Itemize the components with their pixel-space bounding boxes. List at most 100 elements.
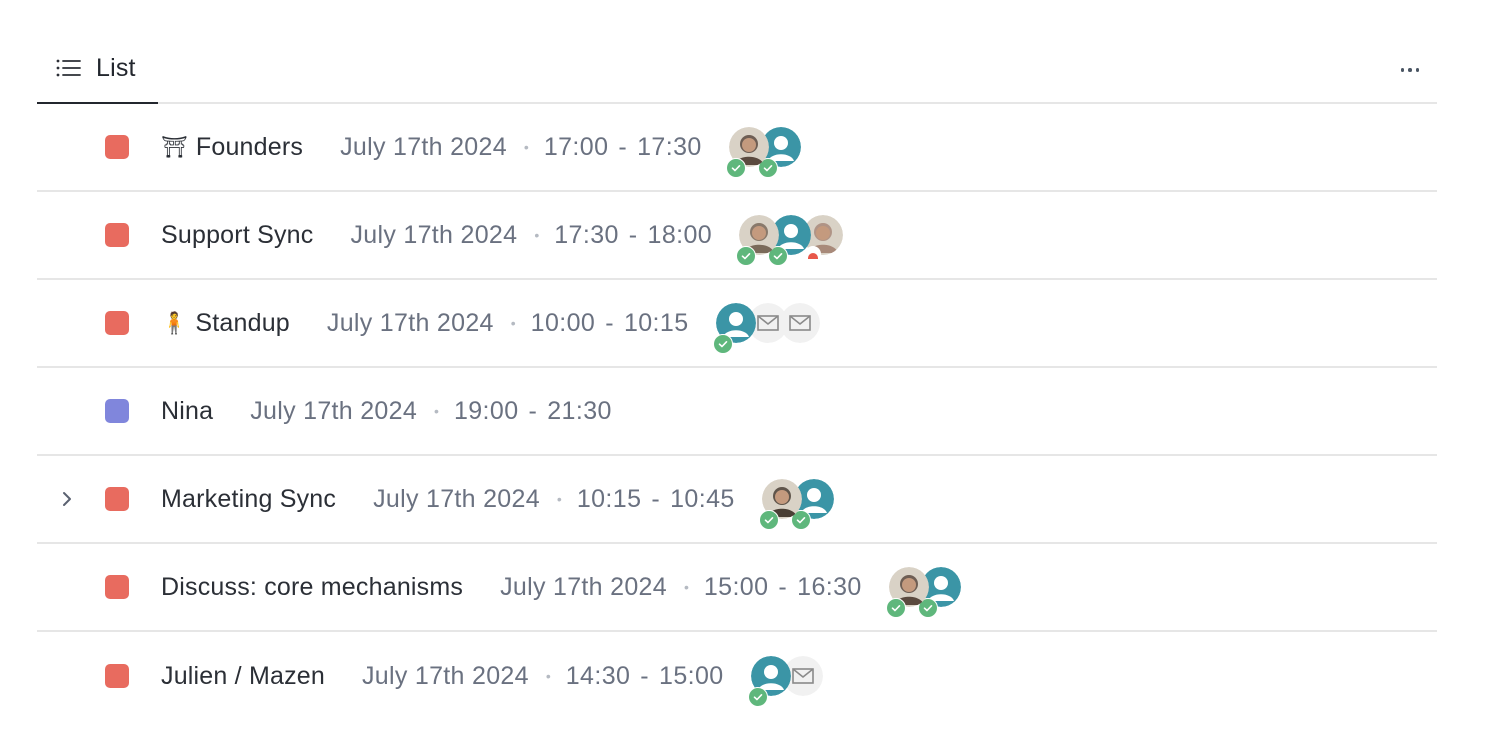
- attendee-list: [758, 479, 834, 530]
- time-dash: -: [618, 132, 628, 161]
- event-end-time: 17:30: [637, 132, 702, 161]
- event-color-indicator: [105, 664, 129, 688]
- attendee-avatar[interactable]: [885, 567, 929, 618]
- event-time-range: 14:30-15:00: [566, 662, 724, 691]
- event-row-content: Support Sync July 17th 2024 • 17:30-18:00: [161, 192, 844, 278]
- accepted-check-icon: [747, 687, 768, 707]
- attendee-avatar[interactable]: [712, 303, 756, 354]
- separator-dot: •: [434, 403, 439, 419]
- event-color-indicator: [105, 575, 129, 599]
- tab-list[interactable]: List: [37, 34, 158, 104]
- event-color-indicator: [105, 223, 129, 247]
- event-title-text: Marketing Sync: [161, 484, 337, 513]
- event-title: Discuss: core mechanisms: [161, 573, 463, 602]
- event-title-text: Founders: [195, 132, 304, 161]
- event-title: Support Sync: [161, 221, 314, 250]
- time-dash: -: [628, 220, 638, 249]
- event-color-indicator: [105, 399, 129, 423]
- event-time-range: 10:15-10:45: [577, 485, 735, 514]
- event-time-range: 15:00-16:30: [704, 573, 862, 602]
- accepted-check-icon: [885, 598, 906, 618]
- event-row-content: Marketing Sync July 17th 2024 • 10:15-10:45: [161, 456, 834, 542]
- declined-status-icon: [805, 246, 822, 262]
- event-start-time: 17:30: [554, 220, 619, 249]
- separator-dot: •: [556, 491, 562, 507]
- attendee-list: [736, 215, 844, 266]
- event-list: ⛩ Founders July 17th 2024 • 17:00-17:30 Suppo…: [37, 104, 1437, 720]
- list-icon: [56, 59, 81, 77]
- attendee-list: [712, 303, 820, 354]
- event-end-time: 10:15: [623, 308, 689, 337]
- separator-dot: •: [510, 315, 516, 331]
- event-color-indicator: [105, 311, 129, 335]
- event-time-range: 17:30-18:00: [554, 221, 712, 250]
- event-emoji-icon: 🧍: [161, 311, 188, 335]
- event-start-time: 14:30: [565, 661, 631, 690]
- attendee-avatar[interactable]: [736, 215, 780, 266]
- time-dash: -: [640, 661, 650, 690]
- event-title: 🧍 Standup: [161, 309, 290, 338]
- event-time-range: 19:00-21:30: [454, 397, 612, 426]
- event-emoji-icon: ⛩: [161, 135, 188, 159]
- event-start-time: 10:00: [530, 308, 596, 337]
- event-end-time: 10:45: [670, 484, 735, 513]
- separator-dot: •: [523, 139, 529, 155]
- event-row[interactable]: Support Sync July 17th 2024 • 17:30-18:00: [37, 192, 1437, 280]
- attendee-avatar[interactable]: [747, 656, 791, 707]
- accepted-check-icon: [725, 158, 746, 178]
- event-title-text: Nina: [161, 396, 214, 425]
- event-row[interactable]: Discuss: core mechanisms July 17th 2024 • 1…: [37, 544, 1437, 632]
- attendee-list: [725, 127, 801, 178]
- time-dash: -: [528, 396, 538, 425]
- event-date: July 17th 2024: [250, 396, 418, 425]
- time-dash: -: [778, 572, 788, 601]
- event-end-time: 16:30: [797, 572, 862, 601]
- event-row[interactable]: Nina July 17th 2024 • 19:00-21:30: [37, 368, 1437, 456]
- event-row-content: Discuss: core mechanisms July 17th 2024 • 1…: [161, 544, 961, 630]
- event-title: Nina: [161, 397, 213, 426]
- event-start-time: 17:00: [543, 132, 609, 161]
- more-dot: [1415, 68, 1420, 72]
- event-start-time: 15:00: [703, 572, 769, 601]
- accepted-check-icon: [758, 510, 779, 530]
- event-start-time: 19:00: [453, 396, 519, 425]
- event-color-indicator: [105, 135, 129, 159]
- event-row-content: ⛩ Founders July 17th 2024 • 17:00-17:30: [161, 104, 801, 190]
- attendee-avatar[interactable]: [725, 127, 769, 178]
- event-title: ⛩ Founders: [161, 133, 303, 162]
- event-row[interactable]: ⛩ Founders July 17th 2024 • 17:00-17:30: [37, 104, 1437, 192]
- event-row[interactable]: 🧍 Standup July 17th 2024 • 10:00-10:15: [37, 280, 1437, 368]
- event-time-range: 17:00-17:30: [544, 133, 702, 162]
- event-start-time: 10:15: [576, 484, 642, 513]
- attendee-list: [885, 567, 961, 618]
- event-row-content: Nina July 17th 2024 • 19:00-21:30: [161, 368, 612, 454]
- more-dot: [1408, 68, 1412, 72]
- time-dash: -: [605, 308, 614, 337]
- event-row[interactable]: Julien / Mazen July 17th 2024 • 14:30-15:00: [37, 632, 1437, 720]
- event-date: July 17th 2024: [340, 132, 507, 161]
- accepted-check-icon: [712, 334, 733, 354]
- attendee-avatar[interactable]: [758, 479, 802, 530]
- event-title-text: Discuss: core mechanisms: [161, 572, 464, 601]
- event-title: Marketing Sync: [161, 485, 336, 514]
- event-title-text: Standup: [195, 308, 290, 337]
- more-options-button[interactable]: [1397, 60, 1423, 80]
- separator-dot: •: [534, 227, 540, 243]
- event-date: July 17th 2024: [500, 572, 667, 601]
- event-date: July 17th 2024: [350, 220, 518, 249]
- accepted-check-icon: [736, 246, 757, 266]
- event-end-time: 21:30: [547, 396, 612, 425]
- event-title-text: Julien / Mazen: [161, 661, 325, 690]
- event-date: July 17th 2024: [373, 484, 540, 513]
- view-header: List: [37, 34, 1437, 104]
- event-title: Julien / Mazen: [161, 662, 325, 691]
- more-horizontal-icon: [1400, 68, 1405, 72]
- chevron-right-icon[interactable]: [57, 489, 77, 509]
- event-row-content: 🧍 Standup July 17th 2024 • 10:00-10:15: [161, 280, 820, 366]
- separator-dot: •: [683, 579, 689, 595]
- event-color-indicator: [105, 487, 129, 511]
- event-time-range: 10:00-10:15: [531, 309, 689, 338]
- separator-dot: •: [545, 668, 551, 684]
- event-row[interactable]: Marketing Sync July 17th 2024 • 10:15-10:45: [37, 456, 1437, 544]
- tab-label: List: [96, 53, 136, 82]
